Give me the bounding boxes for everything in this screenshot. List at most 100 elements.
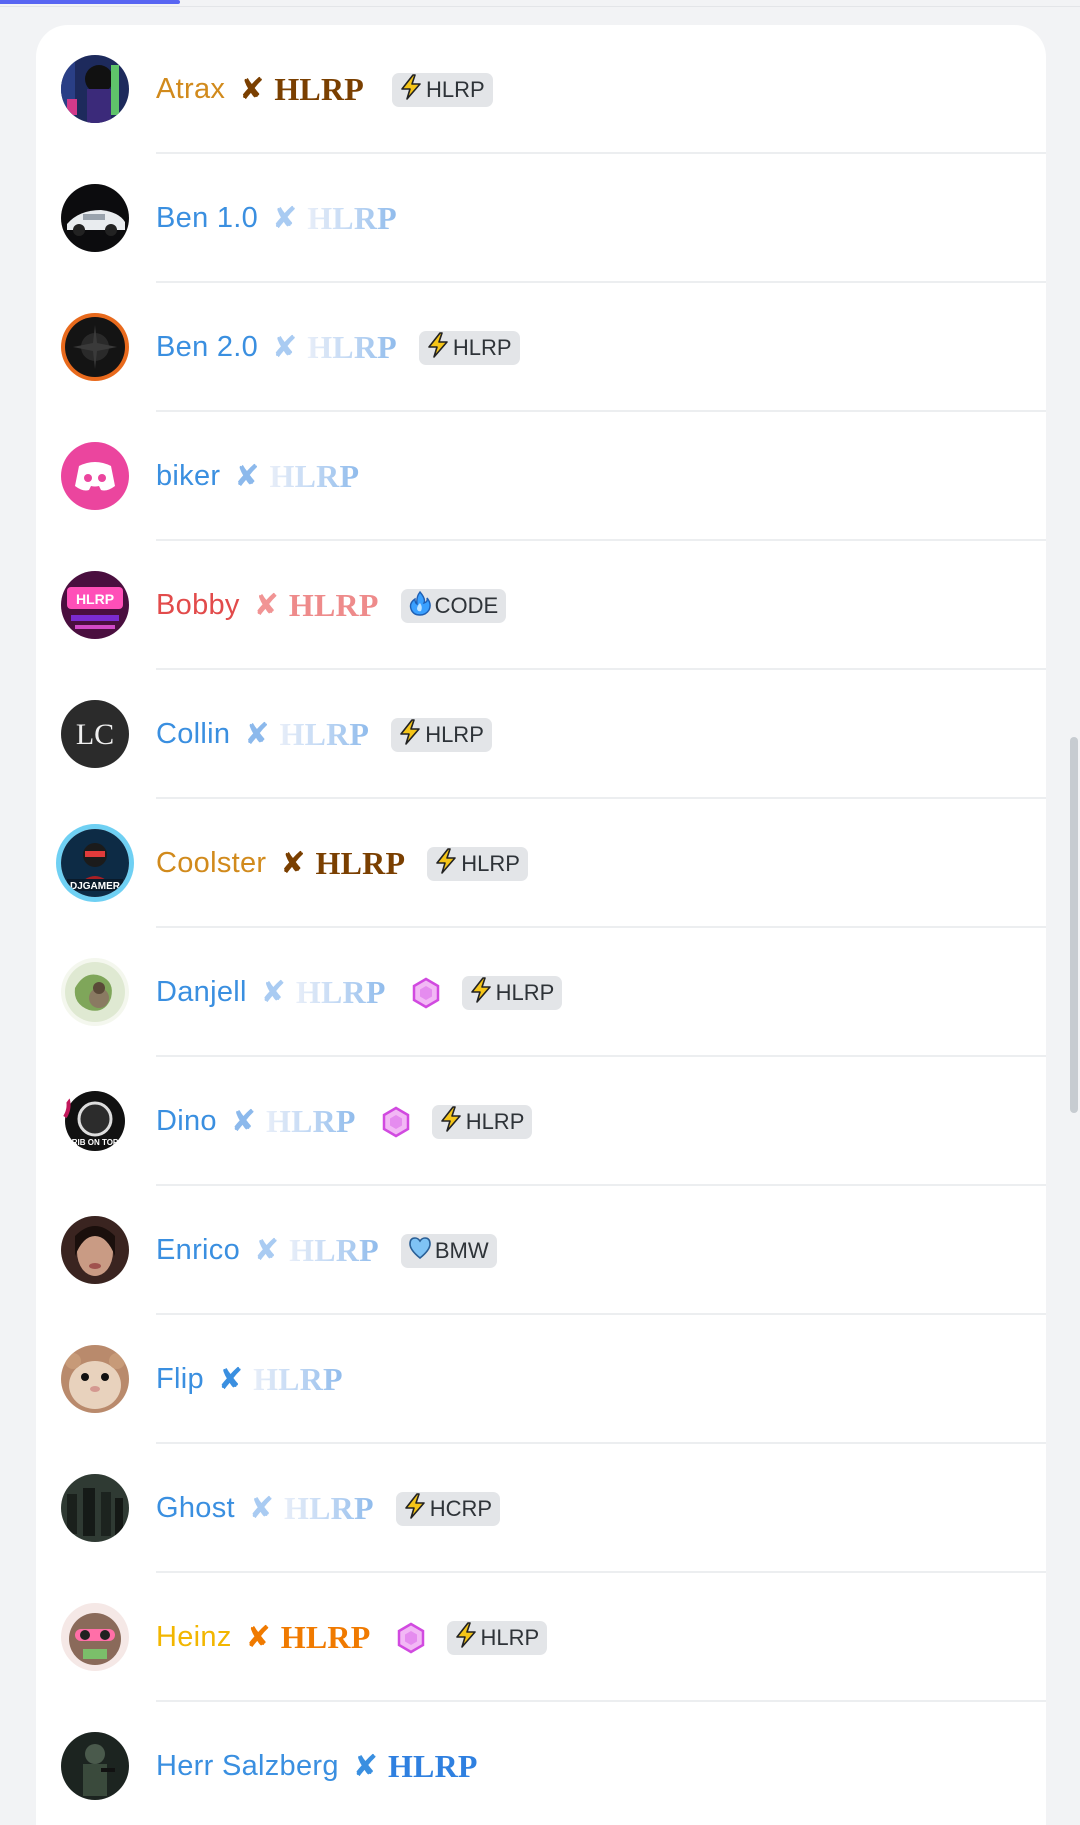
guild-tag-label: HLRP	[495, 979, 555, 1005]
guild-tag-label: HCRP	[429, 1495, 493, 1521]
server-tag: HLRP	[315, 845, 406, 881]
member-row[interactable]: Ben 1.0 ✘ HLRP	[36, 154, 1046, 283]
member-row[interactable]: Flip ✘ HLRP	[36, 1315, 1046, 1444]
server-tag: HLRP	[284, 1490, 374, 1526]
member-avatar[interactable]	[61, 313, 129, 381]
member-name: Ben 2.0	[156, 331, 259, 363]
server-tag: HLRP	[253, 1361, 343, 1397]
member-row[interactable]: Heinz ✘ HLRP HLRP	[36, 1573, 1046, 1702]
member-name-group: Bobby ✘ HLRP CODE	[156, 541, 507, 670]
member-name-group: Heinz ✘ HLRP HLRP	[156, 1573, 548, 1702]
guild-tag-badge[interactable]: BMW	[400, 1233, 497, 1268]
member-list: Atrax ✘ HLRP HLRP Ben 1.0 ✘ HLRP Ben 2.0 ✘ HLRP HL…	[36, 25, 1046, 1825]
cross-icon: ✘	[272, 331, 298, 364]
bolt-icon	[439, 1105, 463, 1138]
member-name: biker	[156, 460, 221, 492]
member-avatar[interactable]	[61, 55, 129, 123]
member-name-group: Ben 1.0 ✘ HLRP	[156, 154, 397, 283]
member-avatar[interactable]: DJGAMER	[61, 829, 129, 897]
member-avatar[interactable]	[61, 1603, 129, 1671]
cross-icon: ✘	[260, 976, 286, 1009]
member-name-group: Enrico ✘ HLRP BMW	[156, 1186, 497, 1315]
nitro-boost-gem-icon	[382, 1106, 410, 1138]
cross-icon: ✘	[280, 847, 306, 880]
member-avatar[interactable]	[61, 1732, 129, 1800]
member-name-group: biker ✘ HLRP	[156, 412, 359, 541]
guild-tag-label: CODE	[434, 592, 499, 618]
member-name: Coolster	[156, 847, 267, 879]
member-row[interactable]: DJGAMER Coolster ✘ HLRP HLRP	[36, 799, 1046, 928]
member-row[interactable]: Atrax ✘ HLRP HLRP	[36, 25, 1046, 154]
member-name-group: Herr Salzberg ✘ HLRP	[156, 1702, 478, 1825]
member-row[interactable]: RIB ON TOP Dino ✘ HLRP HLRP	[36, 1057, 1046, 1186]
member-name-group: Collin ✘ HLRP HLRP	[156, 670, 492, 799]
member-row[interactable]: HLRP Bobby ✘ HLRP CODE	[36, 541, 1046, 670]
guild-tag-badge[interactable]: HLRP	[461, 975, 563, 1010]
server-tag: HLRP	[307, 329, 397, 365]
member-name-group: Danjell ✘ HLRP HLRP	[156, 928, 563, 1057]
member-name-group: Flip ✘ HLRP	[156, 1315, 343, 1444]
guild-tag-label: HLRP	[426, 76, 485, 102]
cross-icon: ✘	[244, 718, 270, 751]
guild-tag-badge[interactable]: HLRP	[446, 1620, 548, 1655]
member-name-group: Ben 2.0 ✘ HLRP HLRP	[156, 283, 520, 412]
member-name-group: Atrax ✘ HLRP HLRP	[156, 25, 493, 154]
guild-tag-label: HLRP	[480, 1624, 540, 1650]
scrollbar[interactable]	[1070, 737, 1078, 1113]
cross-icon: ✘	[245, 1621, 271, 1654]
cross-icon: ✘	[234, 460, 260, 493]
member-avatar[interactable]	[61, 184, 129, 252]
guild-tag-label: HLRP	[461, 850, 520, 876]
guild-tag-badge[interactable]: CODE	[400, 588, 507, 623]
svg-text:LC: LC	[76, 718, 114, 751]
member-row[interactable]: Danjell ✘ HLRP HLRP	[36, 928, 1046, 1057]
member-avatar[interactable]	[61, 1216, 129, 1284]
server-tag: HLRP	[288, 587, 379, 623]
cross-icon: ✘	[254, 1234, 280, 1267]
member-name: Flip	[156, 1363, 204, 1395]
server-tag: HLRP	[289, 1232, 379, 1268]
member-name: Enrico	[156, 1234, 240, 1266]
cross-icon: ✘	[272, 202, 298, 235]
member-avatar[interactable]: RIB ON TOP	[61, 1087, 129, 1155]
server-tag: HLRP	[307, 200, 397, 236]
guild-tag-badge[interactable]: HLRP	[427, 846, 528, 881]
member-row[interactable]: biker ✘ HLRP	[36, 412, 1046, 541]
guild-tag-badge[interactable]: HLRP	[392, 72, 493, 107]
fire-icon	[408, 590, 432, 622]
heart-icon	[408, 1235, 432, 1267]
member-row[interactable]: Herr Salzberg ✘ HLRP	[36, 1702, 1046, 1825]
active-tab-indicator	[0, 0, 180, 4]
cross-icon: ✘	[248, 1492, 275, 1525]
member-row[interactable]: Ghost ✘ HLRP HCRP	[36, 1444, 1046, 1573]
bolt-icon	[454, 1621, 478, 1654]
member-avatar[interactable]: LC	[61, 700, 129, 768]
member-name: Herr Salzberg	[156, 1750, 339, 1782]
member-name: Atrax	[156, 73, 226, 105]
member-row[interactable]: Enrico ✘ HLRP BMW	[36, 1186, 1046, 1315]
member-row[interactable]: Ben 2.0 ✘ HLRP HLRP	[36, 283, 1046, 412]
member-row[interactable]: LC Collin ✘ HLRP HLRP	[36, 670, 1046, 799]
server-tag: HLRP	[295, 974, 386, 1010]
member-name-group: Coolster ✘ HLRP HLRP	[156, 799, 528, 928]
guild-tag-badge[interactable]: HCRP	[395, 1491, 501, 1526]
member-avatar[interactable]	[61, 1345, 129, 1413]
nitro-boost-gem-icon	[412, 977, 440, 1009]
guild-tag-badge[interactable]: HLRP	[418, 330, 520, 365]
nitro-boost-gem-icon	[397, 1622, 425, 1654]
server-tag: HLRP	[387, 1748, 478, 1784]
server-tag: HLRP	[274, 71, 365, 107]
member-avatar[interactable]	[61, 958, 129, 1026]
guild-tag-label: BMW	[434, 1237, 489, 1263]
server-tag: HLRP	[280, 1619, 371, 1655]
bolt-icon	[399, 73, 423, 106]
member-avatar[interactable]	[61, 442, 129, 510]
guild-tag-badge[interactable]: HLRP	[431, 1104, 533, 1139]
server-tag: HLRP	[269, 458, 360, 494]
guild-tag-label: HLRP	[465, 1108, 525, 1134]
member-avatar[interactable]: HLRP	[61, 571, 129, 639]
guild-tag-badge[interactable]: HLRP	[391, 717, 492, 752]
member-avatar[interactable]	[61, 1474, 129, 1542]
server-tag: HLRP	[279, 716, 370, 752]
member-name: Ben 1.0	[156, 202, 259, 234]
